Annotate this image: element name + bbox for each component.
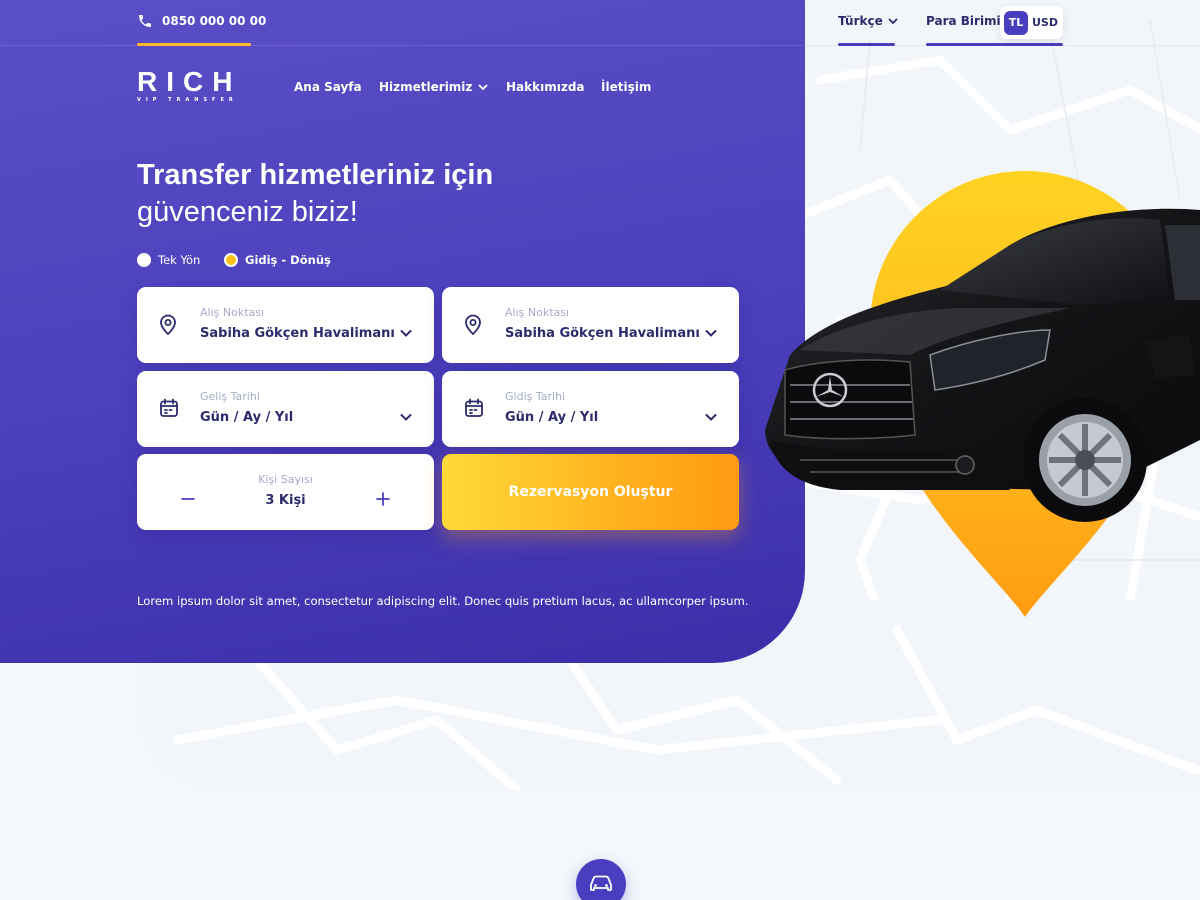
chevron-down-icon [400,414,412,421]
radio-label: Tek Yön [158,253,201,267]
nav-item-label: Hizmetlerimiz [379,80,473,94]
passenger-counter: Kişi Sayısı 3 Kişi [137,454,434,530]
hero-subtitle: güvenceniz biziz! [137,196,358,228]
radio-one-way[interactable]: Tek Yön [137,253,224,267]
currency-underline [926,43,1063,46]
language-selector[interactable]: Türkçe [838,14,898,28]
create-reservation-button[interactable]: Rezervasyon Oluştur [442,454,739,530]
field-value: Sabiha Gökçen Havalimanı [505,326,700,341]
field-value: Gün / Ay / Yıl [505,410,599,425]
phone-contact[interactable]: 0850 000 00 00 [137,13,266,29]
radio-circle-selected [224,253,238,267]
field-value: Sabiha Gökçen Havalimanı [200,326,395,341]
chevron-down-icon [888,18,898,25]
chevron-down-icon [705,330,717,337]
nav-item-about[interactable]: Hakkımızda [506,80,601,94]
radio-label: Gidiş - Dönüş [245,253,331,267]
trip-type-group: Tek Yön Gidiş - Dönüş [137,253,331,267]
currency-tl-button[interactable]: TL [1004,10,1028,35]
language-underline [838,43,895,46]
field-label: Gidiş Tarihi [505,390,566,403]
phone-underline [137,43,251,46]
logo[interactable]: RICH VIP TRANSFER [137,66,242,104]
departure-date-field[interactable]: Gidiş Tarihi Gün / Ay / Yıl [442,371,739,447]
chevron-down-icon [479,84,488,91]
minus-icon[interactable] [181,492,195,506]
hero-description: Lorem ipsum dolor sit amet, consectetur … [137,594,749,608]
radio-circle [137,253,151,267]
nav-item-label: Hakkımızda [506,80,585,94]
currency-switch: TL USD [1000,6,1063,39]
field-label: Geliş Tarihi [200,390,260,403]
logo-tagline: VIP TRANSFER [137,97,238,103]
van-image [765,208,1200,522]
calendar-icon [160,398,178,417]
currency-usd-button[interactable]: USD [1032,16,1058,29]
field-label: Alış Noktası [505,306,570,319]
car-feature-button[interactable] [576,859,626,900]
car-icon [590,875,612,891]
chevron-down-icon [705,414,717,421]
logo-word: RICH [137,66,242,97]
hero-title: Transfer hizmetleriniz için [137,159,494,191]
nav-item-contact[interactable]: İletişim [601,80,651,94]
location-pin-icon [465,314,481,336]
field-value: Gün / Ay / Yıl [200,410,294,425]
nav-item-home[interactable]: Ana Sayfa [294,80,379,94]
nav-item-label: İletişim [601,80,652,94]
main-nav: Ana Sayfa Hizmetlerimiz Hakkımızda İleti… [294,80,651,94]
dropoff-location-field[interactable]: Alış Noktası Sabiha Gökçen Havalimanı [442,287,739,363]
calendar-icon [465,398,483,417]
nav-item-services[interactable]: Hizmetlerimiz [379,80,506,94]
radio-round-trip[interactable]: Gidiş - Dönüş [224,253,331,267]
pickup-location-field[interactable]: Alış Noktası Sabiha Gökçen Havalimanı [137,287,434,363]
language-label: Türkçe [838,14,883,28]
hero-divider [0,45,805,46]
field-label: Kişi Sayısı [258,473,313,486]
field-label: Alış Noktası [200,306,265,319]
plus-icon[interactable] [376,492,390,506]
arrival-date-field[interactable]: Geliş Tarihi Gün / Ay / Yıl [137,371,434,447]
chevron-down-icon [400,330,412,337]
phone-number: 0850 000 00 00 [162,14,267,28]
phone-icon [139,15,151,27]
nav-item-label: Ana Sayfa [294,80,362,94]
location-pin-icon [160,314,176,336]
currency-label: Para Birimi: [926,14,1006,28]
